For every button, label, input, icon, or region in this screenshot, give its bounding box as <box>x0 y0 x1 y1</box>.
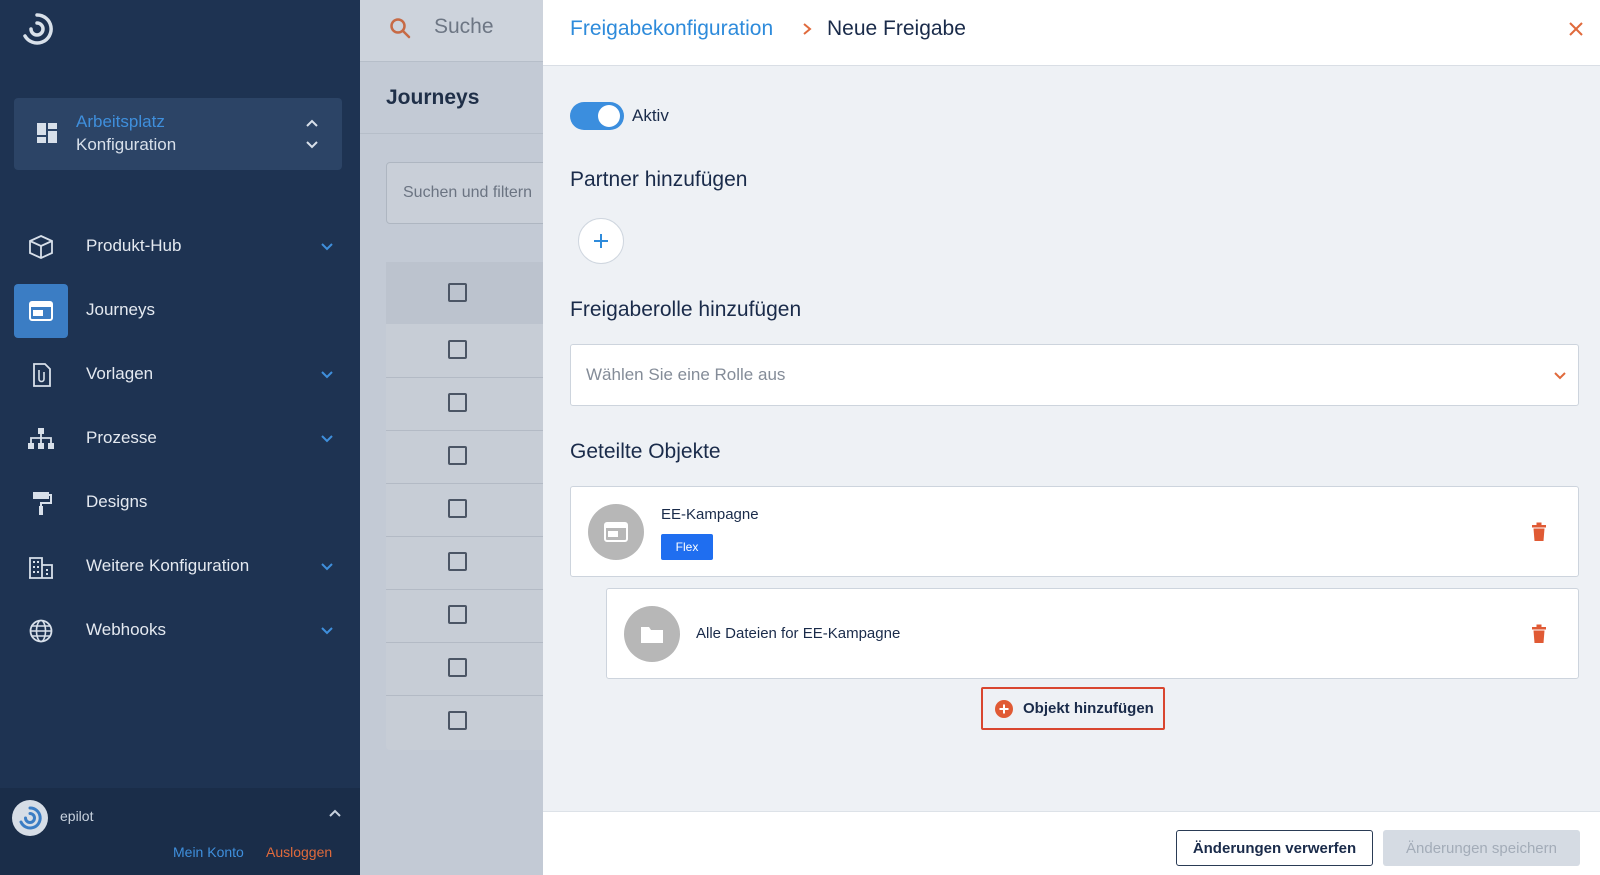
epilot-logo-icon[interactable] <box>20 12 54 46</box>
nav-icon-box <box>14 476 68 530</box>
workspace-subtitle: Konfiguration <box>76 135 177 154</box>
add-partner-button[interactable] <box>578 218 624 264</box>
epilot-avatar-icon <box>19 806 42 830</box>
chevron-up-down-icon[interactable] <box>304 116 320 152</box>
workspace-switcher[interactable]: Arbeitsplatz Konfiguration <box>14 98 342 170</box>
journey-window-icon <box>604 522 628 542</box>
plus-circle-icon <box>995 700 1013 718</box>
row-checkbox[interactable] <box>448 446 467 465</box>
sidebar: Arbeitsplatz Konfiguration Produkt-Hub J… <box>0 0 360 875</box>
add-object-button[interactable]: Objekt hinzufügen <box>981 687 1165 730</box>
sidebar-item-label: Vorlagen <box>86 364 154 383</box>
chevron-down-icon[interactable] <box>320 432 334 446</box>
shared-object-card: EE-Kampagne Flex <box>570 486 1579 577</box>
toggle-knob <box>598 105 620 127</box>
logout-link[interactable]: Ausloggen <box>266 844 332 860</box>
drawer-header: Freigabekonfiguration Neue Freigabe <box>543 0 1600 66</box>
sidebar-item-label: Produkt-Hub <box>86 236 182 255</box>
active-toggle-label: Aktiv <box>632 106 669 125</box>
chevron-down-icon[interactable] <box>320 624 334 638</box>
trash-icon[interactable] <box>1531 522 1547 542</box>
dashboard-icon <box>37 123 57 143</box>
sidebar-item-label: Journeys <box>86 300 155 319</box>
process-tree-icon <box>28 428 54 449</box>
journey-window-icon <box>29 301 53 321</box>
avatar[interactable] <box>12 800 48 836</box>
sidebar-item-label: Designs <box>86 492 148 511</box>
objects-section-title: Geteilte Objekte <box>570 440 721 463</box>
sidebar-item-weitere-konfiguration[interactable]: Weitere Konfiguration <box>14 540 342 594</box>
chevron-up-icon[interactable] <box>328 806 342 820</box>
template-document-icon <box>33 363 51 387</box>
global-search-input[interactable]: Suche <box>434 15 494 39</box>
sidebar-footer: epilot Mein Konto Ausloggen <box>0 788 360 875</box>
row-checkbox[interactable] <box>448 552 467 571</box>
workspace-title: Arbeitsplatz <box>76 112 165 131</box>
sidebar-item-designs[interactable]: Designs <box>14 476 342 530</box>
nav-icon-box <box>14 284 68 338</box>
filter-placeholder: Suchen und filtern <box>403 184 532 201</box>
sharing-config-drawer: Freigabekonfiguration Neue Freigabe Akti… <box>543 0 1600 875</box>
object-name[interactable]: EE-Kampagne <box>661 506 759 523</box>
partner-section-title: Partner hinzufügen <box>570 168 748 191</box>
role-select[interactable]: Wählen Sie eine Rolle aus <box>570 344 1579 406</box>
nav-icon-box <box>14 348 68 402</box>
role-select-placeholder: Wählen Sie eine Rolle aus <box>586 365 786 384</box>
page-title: Journeys <box>386 86 480 109</box>
row-checkbox[interactable] <box>448 605 467 624</box>
close-icon[interactable] <box>1567 20 1585 38</box>
row-checkbox[interactable] <box>448 711 467 730</box>
drawer-footer: Änderungen verwerfen Änderungen speicher… <box>543 811 1600 875</box>
sidebar-item-label: Weitere Konfiguration <box>86 556 250 575</box>
select-all-checkbox[interactable] <box>448 283 467 302</box>
nav-icon-box <box>14 412 68 466</box>
sidebar-item-prozesse[interactable]: Prozesse <box>14 412 342 466</box>
object-type-badge: Flex <box>661 534 713 560</box>
add-object-label: Objekt hinzufügen <box>1023 700 1154 717</box>
object-avatar <box>624 606 680 662</box>
plus-icon <box>594 234 608 248</box>
sidebar-item-journeys[interactable]: Journeys <box>14 284 342 338</box>
trash-icon[interactable] <box>1531 624 1547 644</box>
object-name[interactable]: Alle Dateien for EE-Kampagne <box>696 625 900 642</box>
search-icon <box>390 18 411 39</box>
discard-changes-button[interactable]: Änderungen verwerfen <box>1176 830 1373 866</box>
cube-icon <box>29 235 53 259</box>
chevron-down-icon[interactable] <box>320 560 334 574</box>
sidebar-item-label: Webhooks <box>86 620 167 639</box>
nav-icon-box <box>14 220 68 274</box>
active-toggle[interactable] <box>570 102 624 130</box>
shared-object-card: Alle Dateien for EE-Kampagne <box>606 588 1579 679</box>
sidebar-item-produkt-hub[interactable]: Produkt-Hub <box>14 220 342 274</box>
sidebar-item-label: Prozesse <box>86 428 157 447</box>
save-changes-button[interactable]: Änderungen speichern <box>1383 830 1580 866</box>
breadcrumb-current: Neue Freigabe <box>827 17 966 40</box>
globe-icon <box>29 619 53 643</box>
chevron-down-icon[interactable] <box>320 240 334 254</box>
chevron-down-icon <box>1554 372 1566 380</box>
breadcrumb-parent-link[interactable]: Freigabekonfiguration <box>570 17 773 41</box>
row-checkbox[interactable] <box>448 499 467 518</box>
my-account-link[interactable]: Mein Konto <box>173 844 244 860</box>
row-checkbox[interactable] <box>448 340 467 359</box>
sidebar-item-webhooks[interactable]: Webhooks <box>14 604 342 658</box>
paint-roller-icon <box>33 492 52 515</box>
sidebar-item-vorlagen[interactable]: Vorlagen <box>14 348 342 402</box>
nav-icon-box <box>14 604 68 658</box>
row-checkbox[interactable] <box>448 393 467 412</box>
object-avatar <box>588 504 644 560</box>
chevron-down-icon[interactable] <box>320 368 334 382</box>
row-checkbox[interactable] <box>448 658 467 677</box>
nav-icon-box <box>14 540 68 594</box>
building-icon <box>29 557 53 579</box>
folder-icon <box>641 627 663 643</box>
role-section-title: Freigaberolle hinzufügen <box>570 298 802 321</box>
user-name: epilot <box>60 808 94 824</box>
chevron-right-icon <box>803 23 812 35</box>
